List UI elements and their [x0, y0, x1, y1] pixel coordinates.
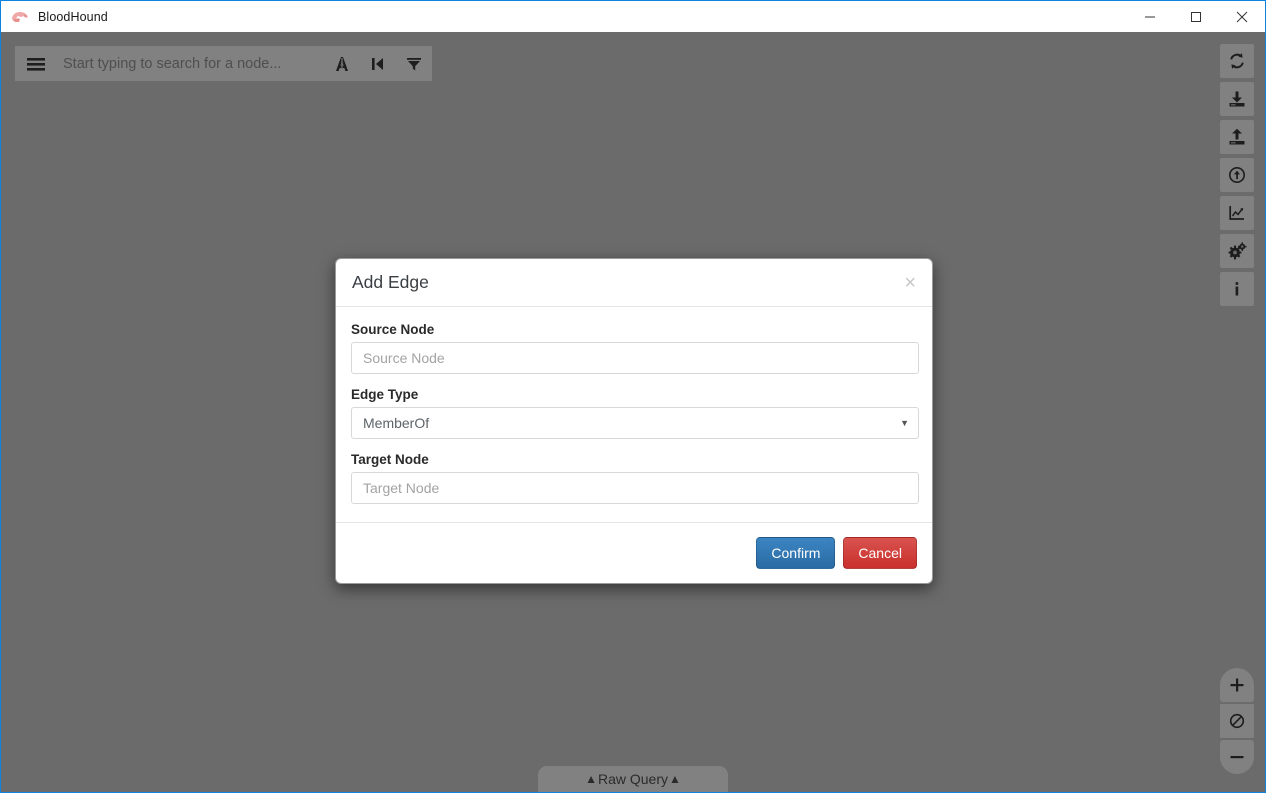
- chevron-up-left-icon: ▲: [585, 772, 597, 786]
- chart-icon[interactable]: [1220, 196, 1254, 230]
- minimize-icon[interactable]: [1127, 1, 1173, 32]
- node-shortest-path-icon[interactable]: [360, 46, 396, 81]
- plus-icon[interactable]: [1220, 668, 1254, 702]
- source-node-field: Source Node: [351, 322, 919, 374]
- maximize-icon[interactable]: [1173, 1, 1219, 32]
- close-icon[interactable]: ×: [904, 273, 916, 293]
- upload-icon[interactable]: [1220, 120, 1254, 154]
- minus-icon[interactable]: [1220, 740, 1254, 774]
- add-edge-dialog: Add Edge × Source Node Edge Type MemberO…: [335, 258, 933, 584]
- raw-query-tab[interactable]: ▲ Raw Query ▲: [538, 766, 728, 792]
- download-icon[interactable]: [1220, 82, 1254, 116]
- target-node-label: Target Node: [351, 452, 429, 467]
- edge-type-select[interactable]: MemberOf: [351, 407, 919, 439]
- window-titlebar: BloodHound: [1, 1, 1265, 32]
- search-input[interactable]: [57, 46, 324, 81]
- settings-gears-icon[interactable]: [1220, 234, 1254, 268]
- edge-type-label: Edge Type: [351, 387, 419, 402]
- source-node-input[interactable]: [351, 342, 919, 374]
- dialog-footer: Confirm Cancel: [336, 522, 932, 583]
- refresh-icon[interactable]: [1220, 44, 1254, 78]
- target-node-input[interactable]: [351, 472, 919, 504]
- hamburger-menu-icon[interactable]: [15, 46, 57, 81]
- pathfinding-icon[interactable]: [324, 46, 360, 81]
- no-entry-icon[interactable]: [1220, 704, 1254, 738]
- window-controls: [1127, 1, 1265, 32]
- cancel-button[interactable]: Cancel: [843, 537, 917, 569]
- page-title: Add Edge: [352, 272, 429, 292]
- info-icon[interactable]: [1220, 272, 1254, 306]
- zoom-controls: [1220, 668, 1254, 774]
- close-icon[interactable]: [1219, 1, 1265, 32]
- dialog-header: Add Edge ×: [336, 259, 932, 307]
- bloodhound-logo-icon: [12, 11, 28, 22]
- source-node-label: Source Node: [351, 322, 435, 337]
- right-toolbar: [1220, 44, 1254, 306]
- search-bar: [15, 46, 432, 81]
- window-title: BloodHound: [38, 9, 108, 24]
- dialog-body: Source Node Edge Type MemberOf ▼ Target …: [336, 307, 932, 522]
- target-node-field: Target Node: [351, 452, 919, 504]
- application-body: ▲ Raw Query ▲ Add Edge × Source Node Edg…: [1, 32, 1265, 792]
- upload-circle-icon[interactable]: [1220, 158, 1254, 192]
- application-window: BloodHound Start typing to search for a …: [0, 0, 1266, 793]
- edge-type-field: Edge Type MemberOf ▼: [351, 387, 919, 439]
- chevron-up-right-icon: ▲: [669, 772, 681, 786]
- confirm-button[interactable]: Confirm: [756, 537, 836, 569]
- raw-query-label: Raw Query: [597, 771, 669, 787]
- filter-icon[interactable]: [396, 46, 432, 81]
